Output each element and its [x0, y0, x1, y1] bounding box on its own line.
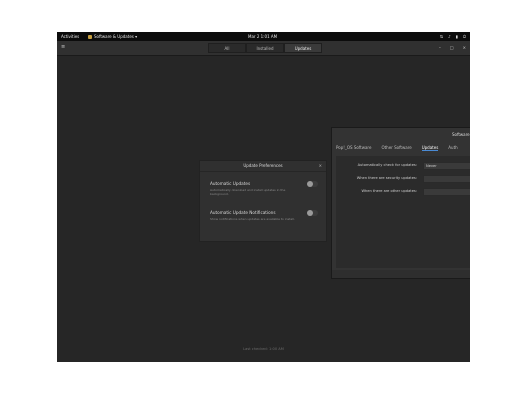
system-tray[interactable]: ⇅ ♪ ▮ ⏻: [440, 34, 466, 39]
tab-updates[interactable]: Updates: [421, 145, 439, 151]
app-icon: [88, 34, 92, 39]
volume-icon: ♪: [448, 34, 451, 39]
software-tabs: Pop!_OS Software Other Software Updates …: [336, 145, 458, 151]
close-icon[interactable]: ×: [319, 163, 322, 168]
software-sources-window: Software Pop!_OS Software Other Software…: [331, 127, 470, 279]
switch-knob: [307, 210, 313, 216]
update-notifications-label: Automatic Update Notifications: [210, 210, 276, 215]
dialog-title: Update Preferences: [200, 161, 326, 172]
tab-installed[interactable]: Installed: [246, 43, 284, 53]
update-notifications-row: Automatic Update Notifications Show noti…: [210, 210, 318, 221]
automatic-updates-switch[interactable]: [307, 181, 318, 187]
app-header: ≡ All Installed Updates – □ ×: [57, 41, 470, 56]
other-updates-label: When there are other updates:: [361, 189, 417, 193]
close-icon[interactable]: ×: [463, 45, 466, 50]
window-footer: [332, 270, 470, 278]
power-icon: ⏻: [462, 34, 466, 39]
other-updates-select[interactable]: [423, 188, 470, 196]
app-menu-label: Software & Updates ▾: [94, 34, 138, 39]
tab-all[interactable]: All: [208, 43, 246, 53]
menu-icon[interactable]: ≡: [61, 45, 66, 50]
battery-icon: ▮: [455, 34, 458, 39]
update-preferences-dialog: Update Preferences × Automatic Updates A…: [199, 160, 327, 242]
check-updates-label: Automatically check for updates:: [357, 163, 417, 167]
automatic-updates-label: Automatic Updates: [210, 181, 251, 186]
window-title: Software: [452, 132, 470, 137]
other-updates-row: When there are other updates:: [336, 188, 470, 196]
update-notifications-desc: Show notifications when updates are avai…: [210, 217, 295, 221]
view-tabs: All Installed Updates: [208, 43, 322, 53]
security-updates-label: When there are security updates:: [356, 176, 417, 180]
network-icon: ⇅: [439, 34, 444, 39]
clock[interactable]: Mar 2 1:01 AM: [248, 34, 277, 39]
security-updates-select[interactable]: [423, 175, 470, 183]
window-controls: – □ ×: [439, 45, 466, 50]
tab-other-software[interactable]: Other Software: [381, 145, 411, 151]
security-updates-row: When there are security updates:: [336, 175, 470, 183]
desktop-screen: Activities Software & Updates ▾ Mar 2 1:…: [57, 32, 470, 362]
tab-updates[interactable]: Updates: [284, 43, 322, 53]
activities-button[interactable]: Activities: [61, 34, 79, 39]
updates-form: Automatically check for updates: Never W…: [336, 156, 470, 268]
check-updates-row: Automatically check for updates: Never: [336, 162, 470, 170]
automatic-updates-desc: Automatically download and install updat…: [210, 188, 286, 196]
top-bar: Activities Software & Updates ▾ Mar 2 1:…: [57, 32, 470, 41]
automatic-updates-row: Automatic Updates Automatically download…: [210, 181, 318, 196]
check-updates-select[interactable]: Never: [423, 162, 470, 170]
status-text: Last checked: 1:00 AM: [243, 347, 284, 351]
tab-authentication[interactable]: Auth: [448, 145, 457, 151]
app-menu[interactable]: Software & Updates ▾: [88, 34, 137, 39]
switch-knob: [307, 181, 313, 187]
minimize-icon[interactable]: –: [439, 45, 441, 50]
update-notifications-switch[interactable]: [307, 210, 318, 216]
tab-pop-software[interactable]: Pop!_OS Software: [336, 145, 371, 151]
maximize-icon[interactable]: □: [450, 45, 454, 50]
